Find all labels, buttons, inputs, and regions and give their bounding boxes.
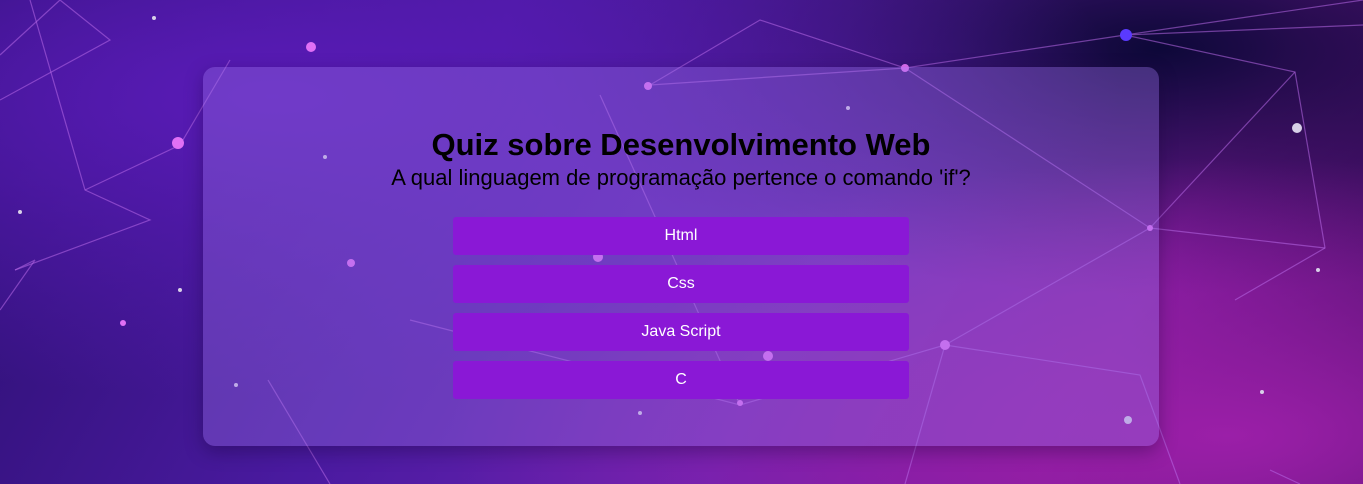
quiz-question: A qual linguagem de programação pertence… — [391, 165, 971, 190]
answer-list: Html Css Java Script C — [453, 217, 909, 409]
answer-button-css[interactable]: Css — [453, 265, 909, 303]
answer-button-html[interactable]: Html — [453, 217, 909, 255]
answer-button-c[interactable]: C — [453, 361, 909, 399]
answer-button-javascript[interactable]: Java Script — [453, 313, 909, 351]
quiz-title: Quiz sobre Desenvolvimento Web — [431, 127, 931, 162]
quiz-card: Quiz sobre Desenvolvimento Web A qual li… — [203, 67, 1159, 446]
